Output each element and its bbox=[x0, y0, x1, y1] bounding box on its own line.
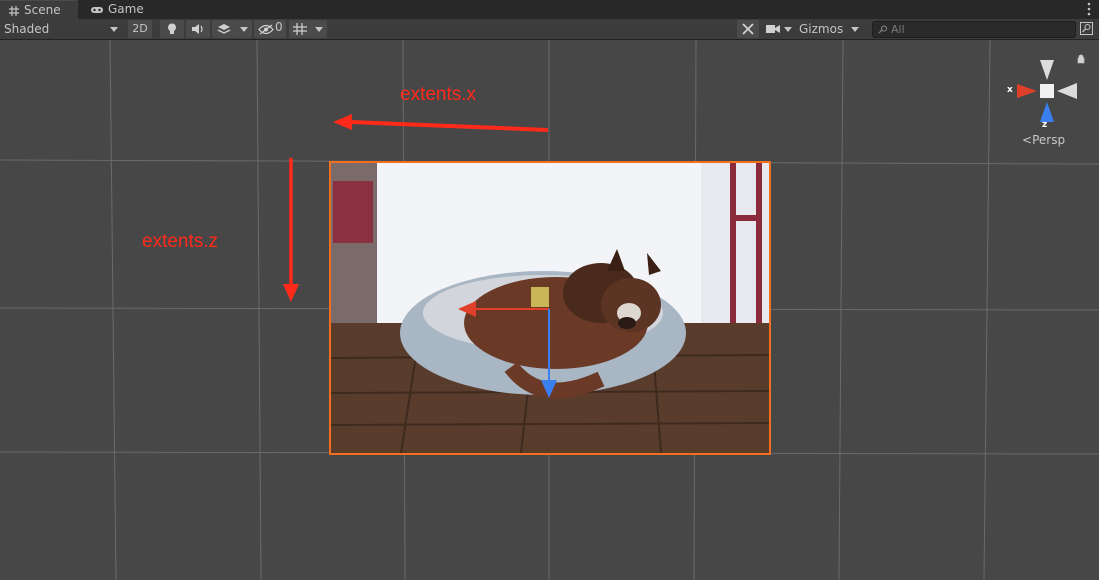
projection-label: Persp bbox=[1032, 133, 1066, 147]
extents-x-label: extents.x bbox=[400, 84, 477, 105]
scene-viewport[interactable]: extents.x extents.z x z <Persp bbox=[0, 40, 1099, 580]
persp-chevron-icon: < bbox=[1022, 133, 1033, 147]
search-placeholder: All bbox=[891, 23, 905, 36]
grid-snap-icon bbox=[293, 23, 307, 35]
effects-toggle-button[interactable] bbox=[212, 20, 236, 38]
chevron-down-icon bbox=[784, 27, 792, 32]
grid-dropdown[interactable] bbox=[311, 20, 327, 38]
annotation-arrows bbox=[283, 114, 549, 302]
extents-z-arrowhead bbox=[283, 284, 299, 302]
maximize-search-icon[interactable] bbox=[1080, 22, 1093, 35]
z-cone-icon bbox=[1040, 102, 1054, 122]
search-icon bbox=[878, 25, 888, 34]
lighting-toggle-button[interactable] bbox=[160, 20, 184, 38]
neg-x-cone-icon bbox=[1057, 83, 1077, 99]
layers-icon bbox=[217, 24, 231, 34]
gizmo-x-label: x bbox=[1007, 85, 1013, 95]
gamepad-icon bbox=[91, 6, 103, 13]
audio-toggle-button[interactable] bbox=[186, 20, 210, 38]
tools-button[interactable] bbox=[737, 20, 759, 38]
chevron-down-icon bbox=[110, 27, 118, 32]
chevron-down-icon bbox=[240, 27, 248, 32]
x-cone-icon bbox=[1017, 84, 1037, 98]
grid-icon bbox=[9, 5, 19, 16]
hidden-objects-toggle[interactable]: 0 bbox=[254, 20, 286, 38]
chevron-down-icon bbox=[315, 27, 323, 32]
extents-x-arrow bbox=[349, 120, 549, 132]
tab-game-label: Game bbox=[108, 2, 144, 16]
gizmos-label: Gizmos bbox=[799, 22, 844, 36]
effects-dropdown[interactable] bbox=[236, 20, 252, 38]
search-input[interactable]: All bbox=[872, 21, 1076, 38]
lightbulb-icon bbox=[168, 23, 176, 34]
center-cube-icon bbox=[1040, 84, 1054, 98]
toggle-2d-label: 2D bbox=[132, 22, 148, 35]
extents-x-arrowhead bbox=[333, 114, 352, 130]
tools-icon bbox=[742, 23, 754, 35]
y-cone-icon bbox=[1040, 60, 1054, 80]
camera-icon bbox=[766, 25, 780, 33]
hidden-count: 0 bbox=[275, 20, 283, 34]
tab-scene-label: Scene bbox=[24, 3, 61, 17]
chevron-down-icon bbox=[851, 27, 859, 32]
tab-scene[interactable]: Scene bbox=[0, 0, 78, 19]
extents-z-label: extents.z bbox=[142, 231, 219, 252]
tab-game[interactable]: Game bbox=[82, 0, 152, 19]
gizmo-z-label: z bbox=[1042, 120, 1048, 130]
more-options-icon[interactable] bbox=[1087, 2, 1091, 16]
speaker-icon bbox=[192, 24, 203, 34]
draw-mode-label: Shaded bbox=[4, 22, 50, 36]
lock-icon bbox=[1077, 54, 1085, 64]
gizmos-dropdown[interactable]: Gizmos bbox=[799, 20, 865, 38]
toggle-2d-button[interactable]: 2D bbox=[128, 20, 152, 38]
eye-slash-icon bbox=[258, 24, 274, 35]
scene-toolbar: Shaded 2D 0 Gizmos All bbox=[0, 19, 1099, 40]
projection-toggle[interactable]: <Persp bbox=[1022, 133, 1065, 147]
grid-toggle-button[interactable] bbox=[289, 20, 311, 38]
tab-bar: Scene Game bbox=[0, 0, 1099, 19]
camera-dropdown[interactable] bbox=[764, 20, 794, 38]
draw-mode-dropdown[interactable]: Shaded bbox=[4, 20, 120, 38]
